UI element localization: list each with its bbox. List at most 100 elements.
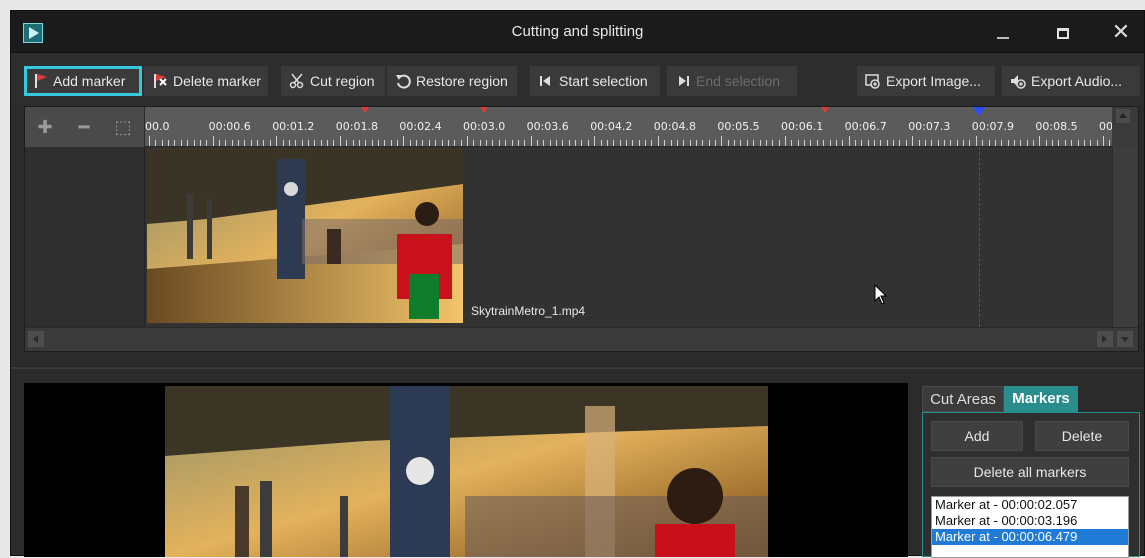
ruler-tick xyxy=(606,140,608,146)
restore-region-label: Restore region xyxy=(416,73,508,89)
zoom-in-button[interactable]: ✚ xyxy=(34,116,56,138)
start-selection-button[interactable]: Start selection xyxy=(530,66,660,96)
cut-region-label: Cut region xyxy=(310,73,375,89)
scroll-left-button[interactable] xyxy=(28,331,44,347)
ruler-tick xyxy=(543,140,545,146)
ruler-tick xyxy=(664,140,666,146)
cut-region-button[interactable]: Cut region xyxy=(281,66,385,96)
ruler-tick xyxy=(358,140,360,146)
add-marker-button[interactable]: Add marker xyxy=(24,66,142,96)
timeline[interactable]: ✚ ━ ⬚ 00.0 00:00.6 00:01.2 00:01.8 00:02.4 00… xyxy=(24,106,1139,352)
side-panel: Cut Areas Markers Add Delete Delete all … xyxy=(922,383,1140,558)
time-ruler[interactable]: 00.0 00:00.6 00:01.2 00:01.8 00:02.4 00:03.0 0… xyxy=(145,107,1112,147)
clip-thumbnail[interactable] xyxy=(147,149,463,323)
ruler-tick xyxy=(352,140,354,146)
ruler-tick xyxy=(994,140,996,146)
delete-flag-icon xyxy=(154,74,167,88)
ruler-tick xyxy=(918,140,920,146)
track-header xyxy=(25,147,145,327)
marker-list[interactable]: Marker at - 00:00:02.057 Marker at - 00:… xyxy=(931,496,1129,558)
timeline-horizontal-scrollbar[interactable] xyxy=(25,327,1138,351)
markers-delete-button[interactable]: Delete xyxy=(1035,421,1129,451)
ruler-tick xyxy=(988,140,990,146)
ruler-tick xyxy=(168,140,170,146)
ruler-tick xyxy=(505,140,507,146)
end-selection-icon xyxy=(679,76,689,86)
start-selection-icon xyxy=(540,76,550,86)
marker-flag-icon[interactable] xyxy=(361,107,369,113)
export-image-button[interactable]: Export Image... xyxy=(857,66,995,96)
ruler-tick xyxy=(638,140,640,146)
tab-markers[interactable]: Markers xyxy=(1004,386,1078,412)
ruler-tick xyxy=(511,140,513,146)
ruler-tick xyxy=(269,140,271,146)
ruler-tick-label: 00:06.1 xyxy=(781,120,824,133)
ruler-tick xyxy=(1058,140,1060,146)
ruler-tick xyxy=(683,140,685,146)
ruler-tick xyxy=(715,140,717,146)
export-audio-button[interactable]: Export Audio... xyxy=(1002,66,1140,96)
ruler-tick-label: 00:02.4 xyxy=(399,120,442,133)
delete-marker-button[interactable]: Delete marker xyxy=(144,66,268,96)
end-selection-button[interactable]: End selection xyxy=(667,66,797,96)
maximize-icon xyxy=(1057,27,1069,39)
zoom-out-button[interactable]: ━ xyxy=(73,116,95,138)
ruler-tick xyxy=(785,136,786,146)
ruler-tick-label: 00:00.6 xyxy=(208,120,251,133)
ruler-tick xyxy=(187,140,189,146)
marker-list-item-selected[interactable]: Marker at - 00:00:06.479 xyxy=(932,529,1128,545)
minimize-button[interactable] xyxy=(989,19,1017,45)
track-vertical-scrollbar[interactable] xyxy=(1112,147,1138,327)
zoom-tools: ✚ ━ ⬚ xyxy=(25,107,145,147)
ruler-tick xyxy=(1039,136,1041,146)
start-selection-label: Start selection xyxy=(559,73,648,89)
ruler-tick xyxy=(1045,140,1047,146)
marker-flag-icon[interactable] xyxy=(480,107,488,113)
ruler-tick xyxy=(880,140,882,146)
ruler-tick xyxy=(702,140,704,146)
ruler-tick xyxy=(517,140,519,146)
close-button[interactable]: ✕ xyxy=(1107,19,1135,45)
ruler-tick xyxy=(377,140,379,146)
ruler-tick xyxy=(467,136,468,146)
ruler-tick xyxy=(575,140,577,146)
ruler-tick xyxy=(174,140,176,146)
markers-add-button[interactable]: Add xyxy=(931,421,1023,451)
maximize-button[interactable] xyxy=(1049,19,1077,45)
ruler-tick xyxy=(371,140,373,146)
restore-region-button[interactable]: Restore region xyxy=(387,66,517,96)
ruler-tick xyxy=(333,140,335,146)
delete-all-markers-button[interactable]: Delete all markers xyxy=(931,457,1129,487)
ruler-tick-label: 00:04.2 xyxy=(590,120,633,133)
ruler-tick xyxy=(613,140,615,146)
panel-splitter[interactable] xyxy=(11,366,1144,369)
ruler-tick xyxy=(765,140,767,146)
zoom-fit-button[interactable]: ⬚ xyxy=(112,116,134,138)
ruler-tick xyxy=(740,140,742,146)
ruler-tick xyxy=(199,140,201,146)
ruler-tick xyxy=(1071,140,1073,146)
scroll-down-button[interactable] xyxy=(1117,331,1133,347)
video-track[interactable]: SkytrainMetro_1.mp4 xyxy=(145,147,1112,327)
ruler-tick-label: 00:07.3 xyxy=(908,120,951,133)
marker-list-item[interactable]: Marker at - 00:00:02.057 xyxy=(932,497,1128,513)
ruler-scroll-up-button[interactable] xyxy=(1116,109,1130,123)
ruler-tick xyxy=(320,140,322,146)
ruler-tick xyxy=(982,140,984,146)
ruler-tick xyxy=(301,140,303,146)
ruler-tick xyxy=(180,140,182,146)
ruler-tick xyxy=(530,136,532,146)
tab-cut-areas[interactable]: Cut Areas xyxy=(922,386,1004,412)
ruler-tick xyxy=(161,140,163,146)
scroll-right-button[interactable] xyxy=(1097,331,1113,347)
video-preview[interactable] xyxy=(24,383,908,557)
ruler-tick xyxy=(676,140,678,146)
ruler-tick-label: 00:06.7 xyxy=(844,120,887,133)
ruler-tick xyxy=(479,140,481,146)
preview-frame xyxy=(165,386,768,557)
ruler-tick xyxy=(778,140,780,146)
ruler-tick xyxy=(225,140,227,146)
marker-list-item[interactable]: Marker at - 00:00:03.196 xyxy=(932,513,1128,529)
marker-flag-icon[interactable] xyxy=(821,107,829,113)
ruler-tick xyxy=(721,136,723,146)
